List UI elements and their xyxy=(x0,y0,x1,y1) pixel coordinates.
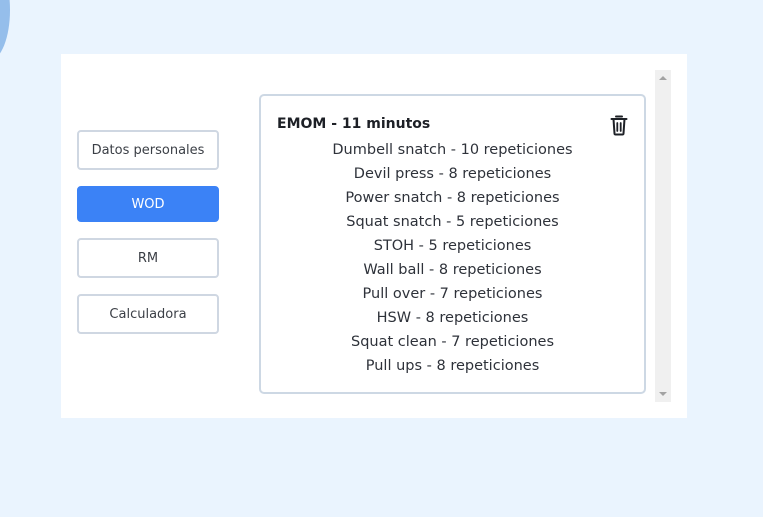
background-decoration xyxy=(0,0,10,60)
exercise-item: Pull over - 7 repeticiones xyxy=(362,286,543,302)
exercise-item: Squat clean - 7 repeticiones xyxy=(351,334,554,350)
nav-button-wod[interactable]: WOD xyxy=(77,186,219,222)
exercise-item: Power snatch - 8 repeticiones xyxy=(345,190,560,206)
exercise-item: Dumbell snatch - 10 repeticiones xyxy=(332,142,573,158)
scroll-up-arrow-icon[interactable] xyxy=(655,70,671,86)
exercise-item: Devil press - 8 repeticiones xyxy=(353,166,552,182)
exercise-item: HSW - 8 repeticiones xyxy=(376,310,529,326)
scroll-down-arrow-icon[interactable] xyxy=(655,386,671,402)
vertical-scrollbar[interactable] xyxy=(655,70,671,402)
wod-card: EMOM - 11 minutos Dumbell snatch - 10 re… xyxy=(259,94,646,394)
exercise-list: Dumbell snatch - 10 repeticiones Devil p… xyxy=(261,138,644,378)
nav-button-rm[interactable]: RM xyxy=(77,238,219,278)
nav-button-datos-personales[interactable]: Datos personales xyxy=(77,130,219,170)
exercise-item: Wall ball - 8 repeticiones xyxy=(363,262,542,278)
exercise-item: Squat snatch - 5 repeticiones xyxy=(346,214,559,230)
exercise-item: Pull ups - 8 repeticiones xyxy=(365,358,540,374)
trash-icon[interactable] xyxy=(609,114,629,136)
nav-button-calculadora[interactable]: Calculadora xyxy=(77,294,219,334)
exercise-item: STOH - 5 repeticiones xyxy=(373,238,532,254)
main-panel: Datos personales WOD RM Calculadora EMOM… xyxy=(61,54,687,418)
wod-title: EMOM - 11 minutos xyxy=(277,116,431,132)
